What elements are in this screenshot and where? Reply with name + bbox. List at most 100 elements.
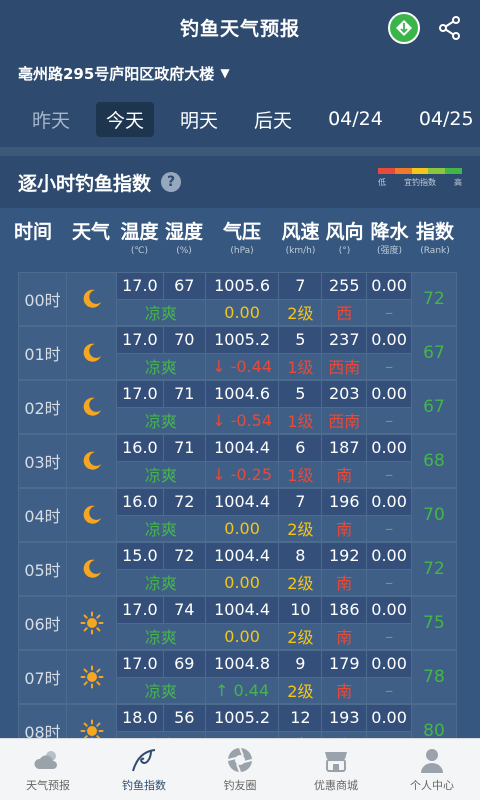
table-row: 03时 16.0 71 1004.4 6 187 0.00 凉爽 ↓ -0.25 1级南 –68	[18, 434, 480, 488]
pressure-change: ↓ -0.44	[206, 353, 280, 379]
comfort-level: 凉爽	[117, 515, 206, 541]
comfort-level: 凉爽	[117, 677, 206, 703]
comfort-level: 凉爽	[117, 569, 206, 595]
legend-swatch	[445, 168, 462, 174]
temperature-value: 17.0	[117, 327, 164, 353]
row-values-top: 17.0 74 1004.4 10 186 0.00	[117, 597, 411, 623]
row-values-bottom: 凉爽 0.00 2级南 –	[117, 622, 411, 649]
row-values: 17.0 70 1005.2 5 237 0.00 凉爽 ↓ -0.44 1级 西南 –	[116, 326, 411, 380]
tab-item[interactable]: 优惠商城	[288, 739, 384, 800]
aperture-icon	[225, 746, 255, 774]
row-values-bottom: 凉爽 ↑ 0.44 2级南 –	[117, 676, 411, 703]
precipitation-value: 0.00	[371, 492, 407, 512]
row-values-bottom: 凉爽 ↓ -0.54 1级 西南 –	[117, 406, 411, 433]
wind-direction-value: 179	[322, 651, 368, 677]
wind-direction-name: 西南	[322, 353, 368, 379]
day-tab[interactable]: 今天	[96, 101, 155, 137]
share-icon[interactable]	[436, 14, 464, 42]
temperature-value: 15.0	[117, 543, 164, 569]
wind-speed-value: 12	[279, 705, 323, 731]
row-values-top: 15.0 72 1004.4 8 192 0.00	[117, 543, 411, 569]
precipitation-level: –	[385, 356, 394, 376]
pressure-change: ↑ 0.44	[206, 677, 280, 703]
row-time: 06时	[18, 596, 66, 650]
column-unit: (km/h)	[285, 246, 316, 256]
precipitation-level: –	[385, 572, 394, 592]
sun-icon	[66, 596, 116, 650]
tab-item[interactable]: 个人中心	[384, 739, 480, 800]
day-tab[interactable]: 04/24	[318, 104, 393, 134]
temperature-value: 17.0	[117, 597, 164, 623]
tab-item[interactable]: 钓鱼指数	[96, 739, 192, 800]
pressure-change: ↓ -0.25	[206, 461, 280, 487]
day-tab[interactable]: 昨天	[22, 102, 80, 137]
location-selector[interactable]: 亳州路295号庐阳区政府大楼 ▼	[0, 55, 480, 91]
location-address: 亳州路295号庐阳区政府大楼	[18, 64, 215, 83]
comfort-level: 凉爽	[117, 461, 206, 487]
row-time: 02时	[18, 380, 66, 434]
precipitation-level: –	[385, 518, 394, 538]
tab-label: 钓友圈	[223, 779, 257, 792]
fishing-index-value: 67	[411, 380, 457, 434]
temperature-value: 16.0	[117, 435, 164, 461]
row-values: 17.0 69 1004.8 9 179 0.00 凉爽 ↑ 0.44 2级南 –	[116, 650, 411, 704]
precipitation-value: 0.00	[371, 600, 407, 620]
table-row: 07时 17.0 69 1004.8 9 179 0.00 凉爽 ↑ 0.44 2级南 –78	[18, 650, 480, 704]
temperature-value: 18.0	[117, 705, 164, 731]
column-header: 温度 (℃)	[116, 220, 163, 272]
row-values: 16.0 71 1004.4 6 187 0.00 凉爽 ↓ -0.25 1级南 –	[116, 434, 411, 488]
humidity-value: 72	[164, 489, 206, 515]
wind-direction-value: 203	[322, 381, 368, 407]
row-values: 15.0 72 1004.4 8 192 0.00 凉爽 0.00 2级南 –	[116, 542, 411, 596]
table-row: 06时 17.0 74 1004.4 10 186 0.00 凉爽 0.00 2级南 –75	[18, 596, 480, 650]
column-unit	[66, 244, 116, 258]
wind-speed-value: 5	[279, 327, 323, 353]
wind-speed-value: 6	[279, 435, 323, 461]
help-icon[interactable]: ?	[161, 172, 182, 192]
pressure-change: 0.00	[206, 515, 280, 541]
tab-label: 优惠商城	[314, 779, 358, 792]
column-title: 气压	[222, 221, 261, 243]
column-header: 时间	[0, 220, 66, 272]
fishing-index-value: 78	[411, 650, 457, 704]
table-row: 04时 16.0 72 1004.4 7 196 0.00 凉爽 0.00 2级南 –70	[18, 488, 480, 542]
wind-speed-value: 7	[279, 273, 323, 299]
pressure-change: 0.00	[206, 623, 280, 649]
tab-item[interactable]: 钓友圈	[192, 739, 288, 800]
wind-direction-value: 193	[322, 705, 368, 731]
download-badge-icon[interactable]	[388, 12, 420, 44]
section-header: 逐小时钓鱼指数 ? 低 宜钓指数 高	[0, 156, 480, 208]
moon-icon	[66, 542, 116, 596]
row-values: 16.0 72 1004.4 7 196 0.00 凉爽 0.00 2级南 –	[116, 488, 411, 542]
row-time: 01时	[18, 326, 66, 380]
column-header: 湿度 (%)	[163, 220, 205, 272]
precipitation-level: –	[385, 626, 394, 646]
row-values: 17.0 67 1005.6 7 255 0.00 凉爽 0.00 2级西 –	[116, 272, 411, 326]
wind-speed-value: 5	[279, 381, 323, 407]
fishing-index-value: 75	[411, 596, 457, 650]
comfort-level: 凉爽	[117, 353, 206, 379]
day-tab[interactable]: 04/25	[409, 104, 480, 134]
fishing-hook-icon	[129, 746, 159, 774]
wind-direction-name: 南	[322, 515, 368, 541]
wind-level: 2级	[279, 515, 323, 541]
tab-label: 天气预报	[26, 779, 70, 792]
wind-level: 1级	[279, 461, 323, 487]
row-values-bottom: 凉爽 ↓ -0.44 1级 西南 –	[117, 352, 411, 379]
page-title: 钓鱼天气预报	[179, 18, 300, 40]
hourly-table: 时间 天气 温度 (℃) 湿度 (%) 气压 (hPa) 风速 (km/h) 风向 (°) 降水 (强…	[0, 208, 480, 750]
row-values-top: 16.0 71 1004.4 6 187 0.00	[117, 435, 411, 461]
row-values-bottom: 凉爽 0.00 2级南 –	[117, 514, 411, 541]
day-tab[interactable]: 明天	[170, 102, 228, 137]
tab-item[interactable]: 天气预报	[0, 739, 96, 800]
precipitation-level: –	[385, 410, 394, 430]
wind-level: 2级	[279, 569, 323, 595]
day-tab[interactable]: 后天	[244, 102, 302, 137]
wind-speed-value: 10	[279, 597, 323, 623]
row-time: 07时	[18, 650, 66, 704]
table-row: 00时 17.0 67 1005.6 7 255 0.00 凉爽 0.00 2级西 –72	[18, 272, 480, 326]
moon-icon	[66, 272, 116, 326]
temperature-value: 17.0	[117, 651, 164, 677]
row-values: 17.0 71 1004.6 5 203 0.00 凉爽 ↓ -0.54 1级 西南 –	[116, 380, 411, 434]
divider	[0, 147, 480, 156]
